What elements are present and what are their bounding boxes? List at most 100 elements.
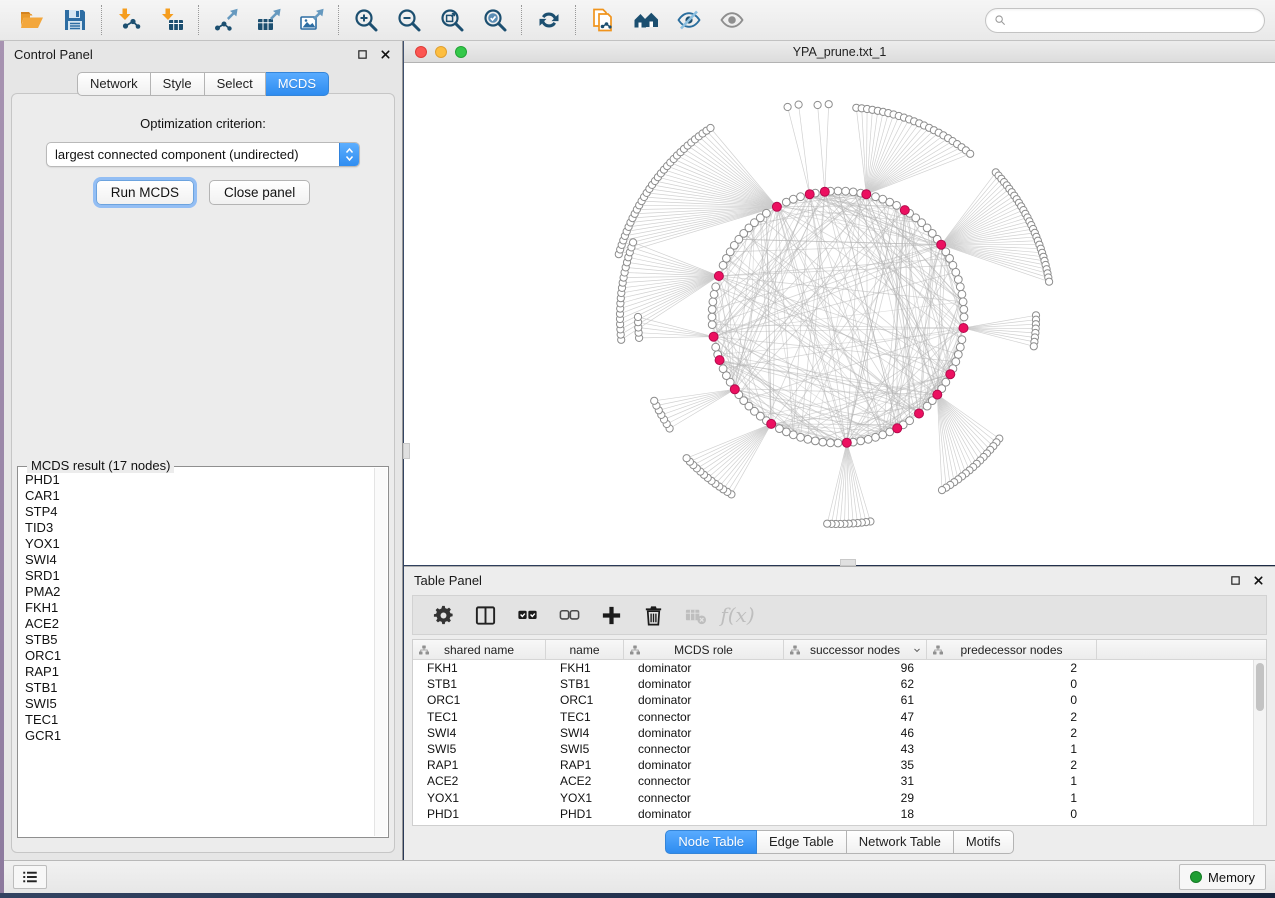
- float-panel-button[interactable]: [355, 47, 369, 61]
- mcds-result-node[interactable]: FKH1: [25, 600, 388, 616]
- tab-edge-table[interactable]: Edge Table: [757, 830, 847, 854]
- table-cell: 47: [784, 709, 927, 725]
- save-session-icon[interactable]: [53, 3, 96, 37]
- unselect-all-icon[interactable]: [551, 599, 588, 631]
- table-cell: ORC1: [413, 692, 546, 708]
- table-row[interactable]: RAP1RAP1dominator352: [413, 757, 1266, 773]
- zoom-selected-icon[interactable]: [473, 3, 516, 37]
- table-row[interactable]: SWI5SWI5connector431: [413, 741, 1266, 757]
- close-table-panel-button[interactable]: [1251, 573, 1265, 587]
- export-network-icon[interactable]: [204, 3, 247, 37]
- table-row[interactable]: ORC1ORC1dominator610: [413, 692, 1266, 708]
- table-cell: 1: [927, 790, 1097, 806]
- table-scrollbar[interactable]: [1253, 660, 1266, 825]
- zoom-fit-icon[interactable]: [430, 3, 473, 37]
- column-header-predecessor-nodes[interactable]: predecessor nodes: [927, 640, 1097, 659]
- mcds-result-node[interactable]: RAP1: [25, 664, 388, 680]
- table-scrollbar-thumb[interactable]: [1256, 663, 1264, 711]
- import-network-icon[interactable]: [107, 3, 150, 37]
- minimize-window-icon[interactable]: [435, 46, 447, 58]
- control-panel-title: Control Panel: [14, 47, 93, 62]
- tab-mcds[interactable]: MCDS: [266, 72, 329, 96]
- mcds-result-node[interactable]: TID3: [25, 520, 388, 536]
- export-image-icon[interactable]: [290, 3, 333, 37]
- tab-network[interactable]: Network: [77, 72, 151, 96]
- mcds-result-node[interactable]: SWI5: [25, 696, 388, 712]
- column-header-shared-name[interactable]: shared name: [413, 640, 546, 659]
- mcds-result-node[interactable]: CAR1: [25, 488, 388, 504]
- vertical-splitter-handle[interactable]: [403, 443, 410, 459]
- mcds-result-node[interactable]: SRD1: [25, 568, 388, 584]
- zoom-in-icon[interactable]: [344, 3, 387, 37]
- close-panel-action-button[interactable]: Close panel: [209, 180, 310, 205]
- mcds-result-node[interactable]: STB1: [25, 680, 388, 696]
- show-graphics-details-icon[interactable]: [710, 3, 753, 37]
- float-table-panel-button[interactable]: [1228, 573, 1242, 587]
- mcds-result-node[interactable]: YOX1: [25, 536, 388, 552]
- run-mcds-button[interactable]: Run MCDS: [96, 180, 194, 205]
- table-row[interactable]: STB1STB1dominator620: [413, 676, 1266, 692]
- maximize-window-icon[interactable]: [455, 46, 467, 58]
- table-row[interactable]: SWI4SWI4dominator462: [413, 725, 1266, 741]
- toolbar-separator: [521, 5, 522, 35]
- table-panel: Table Panel f(x) shared namenameMCDS rol…: [404, 566, 1275, 860]
- table-toolbar: f(x): [412, 595, 1267, 635]
- result-list-scrollbar[interactable]: [374, 468, 387, 836]
- tab-style[interactable]: Style: [151, 72, 205, 96]
- network-overview-icon[interactable]: [624, 3, 667, 37]
- table-cell: 1: [927, 741, 1097, 757]
- optimization-criterion-select[interactable]: largest connected component (undirected): [46, 142, 360, 167]
- hide-graphics-details-icon[interactable]: [667, 3, 710, 37]
- search-input[interactable]: [1011, 13, 1257, 27]
- refresh-view-icon[interactable]: [527, 3, 570, 37]
- mcds-result-node[interactable]: TEC1: [25, 712, 388, 728]
- export-table-icon[interactable]: [247, 3, 290, 37]
- tab-motifs[interactable]: Motifs: [954, 830, 1014, 854]
- memory-button[interactable]: Memory: [1179, 864, 1266, 890]
- settings-icon[interactable]: [425, 599, 462, 631]
- table-cell: RAP1: [413, 757, 546, 773]
- column-header-successor-nodes[interactable]: successor nodes: [784, 640, 927, 659]
- mcds-result-node[interactable]: GCR1: [25, 728, 388, 744]
- mcds-result-node[interactable]: SWI4: [25, 552, 388, 568]
- column-view-icon[interactable]: [467, 599, 504, 631]
- network-view-canvas[interactable]: [404, 64, 1275, 565]
- table-cell: 0: [927, 676, 1097, 692]
- tab-network-table[interactable]: Network Table: [847, 830, 954, 854]
- zoom-out-icon[interactable]: [387, 3, 430, 37]
- clone-network-icon[interactable]: [581, 3, 624, 37]
- toolbar-separator: [338, 5, 339, 35]
- mcds-result-node[interactable]: STB5: [25, 632, 388, 648]
- delete-column-icon[interactable]: [635, 599, 672, 631]
- table-row[interactable]: ACE2ACE2connector311: [413, 773, 1266, 789]
- task-history-button[interactable]: [13, 865, 47, 889]
- close-window-icon[interactable]: [415, 46, 427, 58]
- table-row[interactable]: PHD1PHD1dominator180: [413, 806, 1266, 822]
- table-cell: 2: [927, 757, 1097, 773]
- search-box[interactable]: [985, 8, 1265, 33]
- tab-select[interactable]: Select: [205, 72, 266, 96]
- open-session-icon[interactable]: [10, 3, 53, 37]
- table-cell: RAP1: [546, 757, 624, 773]
- select-all-icon[interactable]: [509, 599, 546, 631]
- tab-node-table[interactable]: Node Table: [665, 830, 757, 854]
- table-cell: STB1: [546, 676, 624, 692]
- table-row[interactable]: TEC1TEC1connector472: [413, 709, 1266, 725]
- mcds-result-node[interactable]: PHD1: [25, 472, 388, 488]
- close-panel-button[interactable]: [378, 47, 392, 61]
- column-header-name[interactable]: name: [546, 640, 624, 659]
- horizontal-splitter-handle[interactable]: [840, 559, 856, 566]
- mcds-result-node[interactable]: PMA2: [25, 584, 388, 600]
- table-row[interactable]: FKH1FKH1dominator962: [413, 660, 1266, 676]
- table-panel-header: Table Panel: [404, 567, 1275, 593]
- table-row[interactable]: YOX1YOX1connector291: [413, 790, 1266, 806]
- mcds-result-node[interactable]: STP4: [25, 504, 388, 520]
- column-header-MCDS-role[interactable]: MCDS role: [624, 640, 784, 659]
- optimization-criterion-label: Optimization criterion:: [12, 116, 394, 131]
- import-table-icon[interactable]: [150, 3, 193, 37]
- add-column-icon[interactable]: [593, 599, 630, 631]
- mcds-result-node[interactable]: ACE2: [25, 616, 388, 632]
- function-builder-icon: f(x): [719, 599, 756, 631]
- table-cell: SWI4: [413, 725, 546, 741]
- mcds-result-node[interactable]: ORC1: [25, 648, 388, 664]
